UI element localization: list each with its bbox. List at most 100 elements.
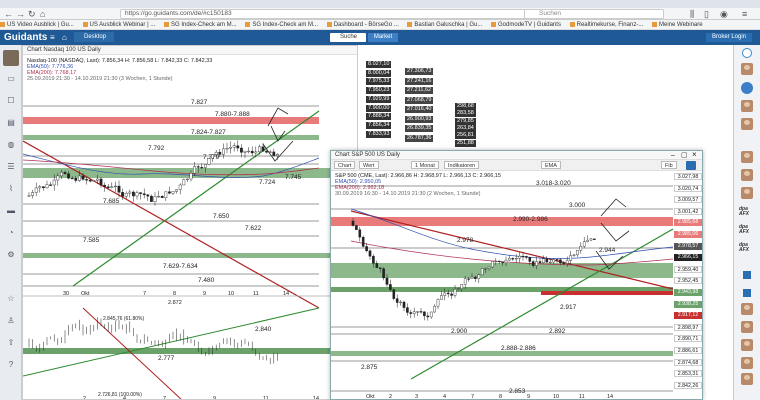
price-tag: 2.966,15 — [674, 254, 702, 262]
level-label: 2.853 — [509, 388, 526, 395]
home-icon[interactable]: ⌂ — [62, 33, 67, 42]
price-tag: 7.833,93 — [366, 130, 392, 138]
guidants-logo[interactable]: Guidants — [4, 31, 47, 44]
bookmark-item[interactable]: Dashboard - BörseGo ... — [327, 20, 399, 29]
candle-body — [402, 301, 406, 308]
nasdaq-chart-canvas[interactable]: 30 Okt 7 8 9 10 11 142 4 7 9 11 14 7.8277.880-7.8887… — [23, 46, 358, 400]
x-tick-label: 3 — [415, 394, 418, 400]
candle-body — [355, 225, 358, 230]
chat-icon[interactable]: ☐ — [6, 97, 16, 105]
avatar[interactable] — [741, 151, 753, 163]
dpa-afx-icon[interactable]: dpa AFX — [739, 207, 749, 217]
bookmark-item[interactable]: GodmodeTV | Guidants — [491, 20, 561, 29]
settings-icon[interactable]: ⚙ — [6, 251, 16, 259]
candle-body — [535, 261, 538, 266]
candle-body — [572, 254, 576, 256]
candle-body — [203, 164, 207, 168]
forward-icon[interactable]: → — [16, 9, 25, 19]
x-tick-label: 7 — [143, 291, 146, 297]
flag-icon[interactable] — [743, 289, 751, 297]
browser-tab-strip[interactable] — [0, 0, 760, 8]
gm-icon[interactable] — [741, 82, 753, 94]
candle-body — [375, 263, 379, 268]
bookmark-item[interactable]: Meine Webinare — [652, 20, 703, 29]
bookmark-item[interactable]: Bastian Galuschka | Gu... — [407, 20, 482, 29]
avatar[interactable] — [741, 303, 753, 315]
x-tick-label: 9 — [527, 394, 530, 400]
dpa-afx-icon[interactable]: dpa AFX — [739, 243, 749, 253]
back-icon[interactable]: ← — [4, 9, 13, 19]
menu-icon[interactable]: ≡ — [50, 33, 55, 42]
candle-body — [579, 245, 583, 251]
candle-body — [429, 311, 433, 318]
price-tag: 7.950,23 — [366, 87, 392, 95]
sp500-chart-canvas[interactable]: Okt 2 3 4 7 8 9 10 11 14 3.018-3.020 3.000 2.990-2.… — [331, 151, 703, 400]
bookmark-item[interactable]: US Video Ausblick | Gu... — [0, 20, 74, 29]
avatar[interactable] — [741, 187, 753, 199]
avatar[interactable] — [741, 63, 753, 75]
folder-icon[interactable]: ▬ — [6, 207, 16, 215]
x-axis-labels: Okt 2 3 4 7 8 9 10 11 14 — [366, 394, 613, 400]
candle-body — [511, 258, 515, 260]
globe-icon[interactable]: ◍ — [6, 141, 16, 149]
desktop-tab[interactable]: Desktop — [74, 32, 114, 42]
x-tick-label: 30 — [63, 291, 69, 297]
candle-body — [27, 195, 31, 197]
candle-body — [480, 268, 484, 275]
fib-label: 2.845,76 (61.80%) — [103, 316, 144, 322]
chart-icon[interactable]: ⌇ — [6, 185, 16, 193]
price-tag: 7.929,99 — [366, 95, 392, 103]
broker-login-button[interactable]: Broker Login — [706, 33, 752, 42]
home-icon[interactable]: ⌂ — [40, 9, 45, 19]
monitor-icon[interactable]: ▭ — [6, 75, 16, 83]
app-search-button[interactable]: Suche — [330, 33, 366, 42]
price-tag: 2.985,68 — [674, 219, 702, 227]
reload-icon[interactable]: ↻ — [28, 9, 36, 19]
ema50-line — [350, 208, 674, 259]
help-icon[interactable]: ? — [6, 361, 16, 369]
lightbulb-icon[interactable] — [742, 48, 752, 58]
candle-body — [399, 301, 402, 304]
star-icon[interactable]: ☆ — [6, 295, 16, 303]
user-avatar[interactable] — [3, 50, 19, 66]
left-sidebar: ▭ ☐ ▤ ◍ ☰ ⌇ ▬ ◔ ⚙ ☆ ♙ ⇧ ? — [0, 45, 22, 400]
account-icon[interactable]: ◉ — [720, 9, 728, 19]
bookmark-item[interactable]: US Ausblick Webinar | ... — [83, 20, 156, 29]
x-tick-label: 2 — [83, 396, 86, 400]
library-icon[interactable]: ⫼ — [690, 9, 694, 19]
candle-body — [232, 145, 236, 148]
bookmark-item[interactable]: SG Index-Check am M... — [164, 20, 237, 29]
dpa-afx-icon[interactable]: dpa AFX — [739, 225, 749, 235]
candle-body — [60, 172, 63, 177]
browser-search-input[interactable]: Suchen — [524, 9, 664, 19]
bookmark-item[interactable]: Realtimekurse, Finanz-... — [570, 20, 644, 29]
price-tag: 7.856,34 — [366, 121, 392, 129]
nasdaq-chart-window[interactable]: Chart Nasdaq 100 US Daily Nasdaq-100 (NA… — [22, 45, 358, 400]
news-icon[interactable]: ▤ — [6, 119, 16, 127]
price-tag: 3.027,98 — [674, 173, 702, 180]
candle-body — [153, 196, 157, 202]
avatar[interactable] — [741, 373, 753, 385]
avatar[interactable] — [741, 100, 753, 112]
avatar[interactable] — [741, 118, 753, 130]
bell-icon[interactable]: ◔ — [6, 229, 16, 237]
sp500-chart-window[interactable]: Chart S&P 500 US Daily – ▢ × Chart Wert … — [330, 150, 703, 400]
user-icon[interactable]: ♙ — [6, 317, 16, 325]
candle-body — [382, 268, 385, 279]
list-icon[interactable]: ☰ — [6, 163, 16, 171]
avatar[interactable] — [741, 321, 753, 333]
price-tag: 2.938,25 — [674, 300, 702, 308]
share-icon[interactable]: ⇧ — [6, 339, 16, 347]
fib-label: 2.872 — [168, 300, 182, 306]
market-button[interactable]: Market — [368, 33, 398, 42]
candle-body — [423, 311, 426, 317]
avatar[interactable] — [741, 357, 753, 369]
menu-icon[interactable]: ≡ — [742, 9, 747, 19]
bookmark-item[interactable]: SG Index-Check am M... — [245, 20, 318, 29]
candle-body — [470, 276, 474, 279]
avatar[interactable] — [741, 169, 753, 181]
candle-body — [521, 255, 525, 258]
avatar[interactable] — [741, 339, 753, 351]
sidebar-icon[interactable]: ▯ — [704, 9, 709, 19]
flag-icon[interactable] — [743, 271, 751, 279]
